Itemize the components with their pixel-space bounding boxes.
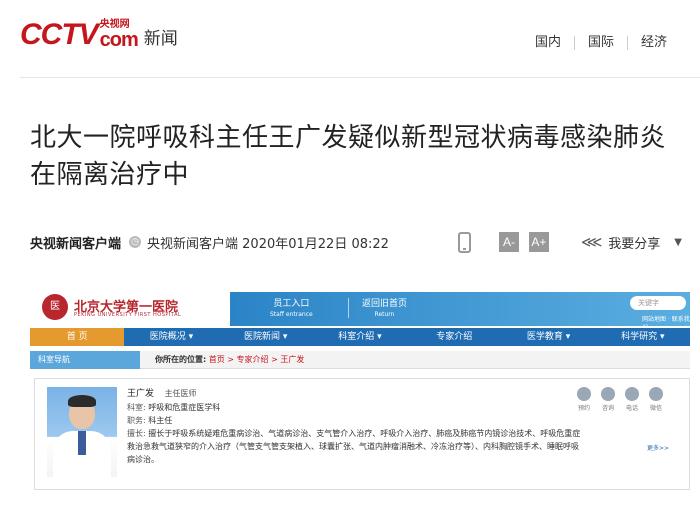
doctor-rank: 主任医师 [164, 389, 197, 398]
department-nav-label: 科室导航 [30, 351, 140, 369]
font-decrease-button[interactable]: A- [498, 232, 519, 252]
hospital-nav-home: 首 页 [30, 328, 125, 346]
share-icon: ⋘ [580, 233, 603, 251]
font-increase-button[interactable]: A+ [528, 232, 549, 252]
doctor-title-label: 职务: [127, 416, 146, 425]
more-link: 更多>> [647, 445, 670, 452]
doctor-expertise: 擅长于呼吸系统疑难危重病诊治、气道病诊治、支气管介入治疗、呼吸介入治疗、肺癌及肺… [127, 429, 581, 464]
doctor-expertise-label: 擅长: [127, 429, 146, 438]
doctor-photo-hair [68, 395, 96, 407]
article-meta: 央视新闻客户端 ◷ 央视新闻客户端 2020年01月22日 08:22 A- A… [30, 230, 690, 254]
doctor-profile-card: 王广发 主任医师 科室: 呼吸和危重症医学科 职务: 科主任 擅长: 擅长于呼吸… [34, 378, 690, 490]
doctor-photo-tie [78, 431, 86, 455]
hospital-top-band: 员工入口 Staff entrance 返回旧首页 Return [230, 292, 690, 326]
hospital-nav-research: 科学研究 ▾ [621, 332, 665, 342]
hospital-name-en: PEKING UNIVERSITY FIRST HOSPITAL [74, 312, 182, 318]
staff-entrance-en: Staff entrance [270, 311, 313, 318]
nav-item-international[interactable]: 国际 [573, 36, 627, 50]
embedded-hospital-screenshot: 医 北京大学第一医院 PEKING UNIVERSITY FIRST HOSPI… [30, 290, 690, 495]
article-tools: A- A+ ⋘ 我要分享 ▼ [457, 230, 682, 254]
band-separator [348, 298, 349, 318]
hospital-nav-news: 医院新闻 ▾ [244, 332, 288, 342]
wechat-label: 微信 [649, 405, 662, 412]
consult-action: 咨询 [597, 387, 619, 412]
hospital-nav: 首 页 医院概况 ▾ 医院新闻 ▾ 科室介绍 ▾ 专家介绍 医学教育 ▾ 科学研… [30, 328, 690, 346]
logo-news-text: 新闻 [143, 29, 178, 49]
hospital-breadcrumb: 科室导航 你所在的位置: 首页 > 专家介绍 > 王广发 [30, 351, 690, 369]
doctor-dept-label: 科室: [127, 403, 146, 412]
phone-action: 电话 [621, 387, 643, 412]
share-button[interactable]: ⋘ 我要分享 ▼ [581, 233, 682, 252]
hospital-nav-departments: 科室介绍 ▾ [338, 332, 382, 342]
consult-icon [601, 387, 615, 401]
header-divider [20, 77, 700, 78]
consult-label: 咨询 [601, 405, 614, 412]
hospital-nav-experts: 专家介绍 [436, 332, 473, 342]
nav-item-economy[interactable]: 经济 [626, 36, 680, 50]
article-title: 北大一院呼吸科主任王广发疑似新型冠状病毒感染肺炎在隔离治疗中 [30, 123, 667, 190]
appointment-action: 预约 [573, 387, 595, 412]
cctv-logo[interactable]: CCTV 央视网 com 新闻 [20, 18, 178, 51]
doctor-expertise-row: 擅长: 擅长于呼吸系统疑难危重病诊治、气道病诊治、支气管介入治疗、呼吸介入治疗、… [127, 427, 583, 466]
doctor-dept-row: 科室: 呼吸和危重症医学科 [127, 401, 583, 414]
doctor-name-row: 王广发 主任医师 [127, 387, 583, 401]
mobile-icon[interactable] [457, 231, 471, 253]
article-source[interactable]: 央视新闻客户端 [30, 233, 121, 252]
top-nav: 国内 国际 经济 [522, 36, 680, 50]
return-en: Return [374, 311, 395, 318]
appointment-icon [577, 387, 591, 401]
site-header: CCTV 央视网 com 新闻 国内 国际 经济 [0, 0, 700, 80]
chevron-down-icon: ▼ [674, 236, 682, 248]
logo-com-text: com [99, 29, 139, 51]
hospital-header: 医 北京大学第一医院 PEKING UNIVERSITY FIRST HOSPI… [30, 290, 690, 332]
nav-item-domestic[interactable]: 国内 [522, 36, 574, 50]
staff-entrance-cn: 员工入口 [273, 299, 310, 309]
doctor-title-row: 职务: 科主任 [127, 414, 583, 427]
share-label: 我要分享 [608, 236, 661, 252]
doctor-title: 科主任 [148, 416, 173, 425]
staff-entrance-link: 员工入口 Staff entrance [270, 296, 313, 318]
hospital-emblem-icon: 医 [42, 294, 68, 320]
doctor-name: 王广发 [127, 389, 155, 399]
phone-icon [625, 387, 639, 401]
appointment-label: 预约 [577, 405, 590, 412]
phone-label: 电话 [625, 405, 638, 412]
breadcrumb-text: 你所在的位置: 首页 > 专家介绍 > 王广发 [155, 351, 304, 369]
doctor-actions: 预约 咨询 电话 微信 [573, 387, 669, 412]
breadcrumb-prefix: 你所在的位置: [155, 355, 207, 364]
hospital-search-input: 关键字 [630, 296, 686, 310]
logo-cctv-text: CCTV [20, 18, 99, 51]
article-info: 央视新闻客户端 2020年01月22日 08:22 [147, 236, 389, 252]
wechat-icon [649, 387, 663, 401]
clock-icon: ◷ [129, 236, 142, 248]
return-cn: 返回旧首页 [362, 299, 408, 309]
doctor-dept: 呼吸和危重症医学科 [148, 403, 221, 412]
hospital-nav-education: 医学教育 ▾ [526, 332, 571, 342]
doctor-info: 王广发 主任医师 科室: 呼吸和危重症医学科 职务: 科主任 擅长: 擅长于呼吸… [127, 387, 583, 466]
logo-stack: 央视网 com [99, 20, 139, 51]
return-link: 返回旧首页 Return [362, 296, 407, 318]
wechat-action: 微信 [645, 387, 667, 412]
breadcrumb-path: 首页 > 专家介绍 > 王广发 [208, 355, 305, 364]
doctor-photo [47, 387, 117, 477]
hospital-nav-overview: 医院概况 ▾ [149, 332, 194, 342]
